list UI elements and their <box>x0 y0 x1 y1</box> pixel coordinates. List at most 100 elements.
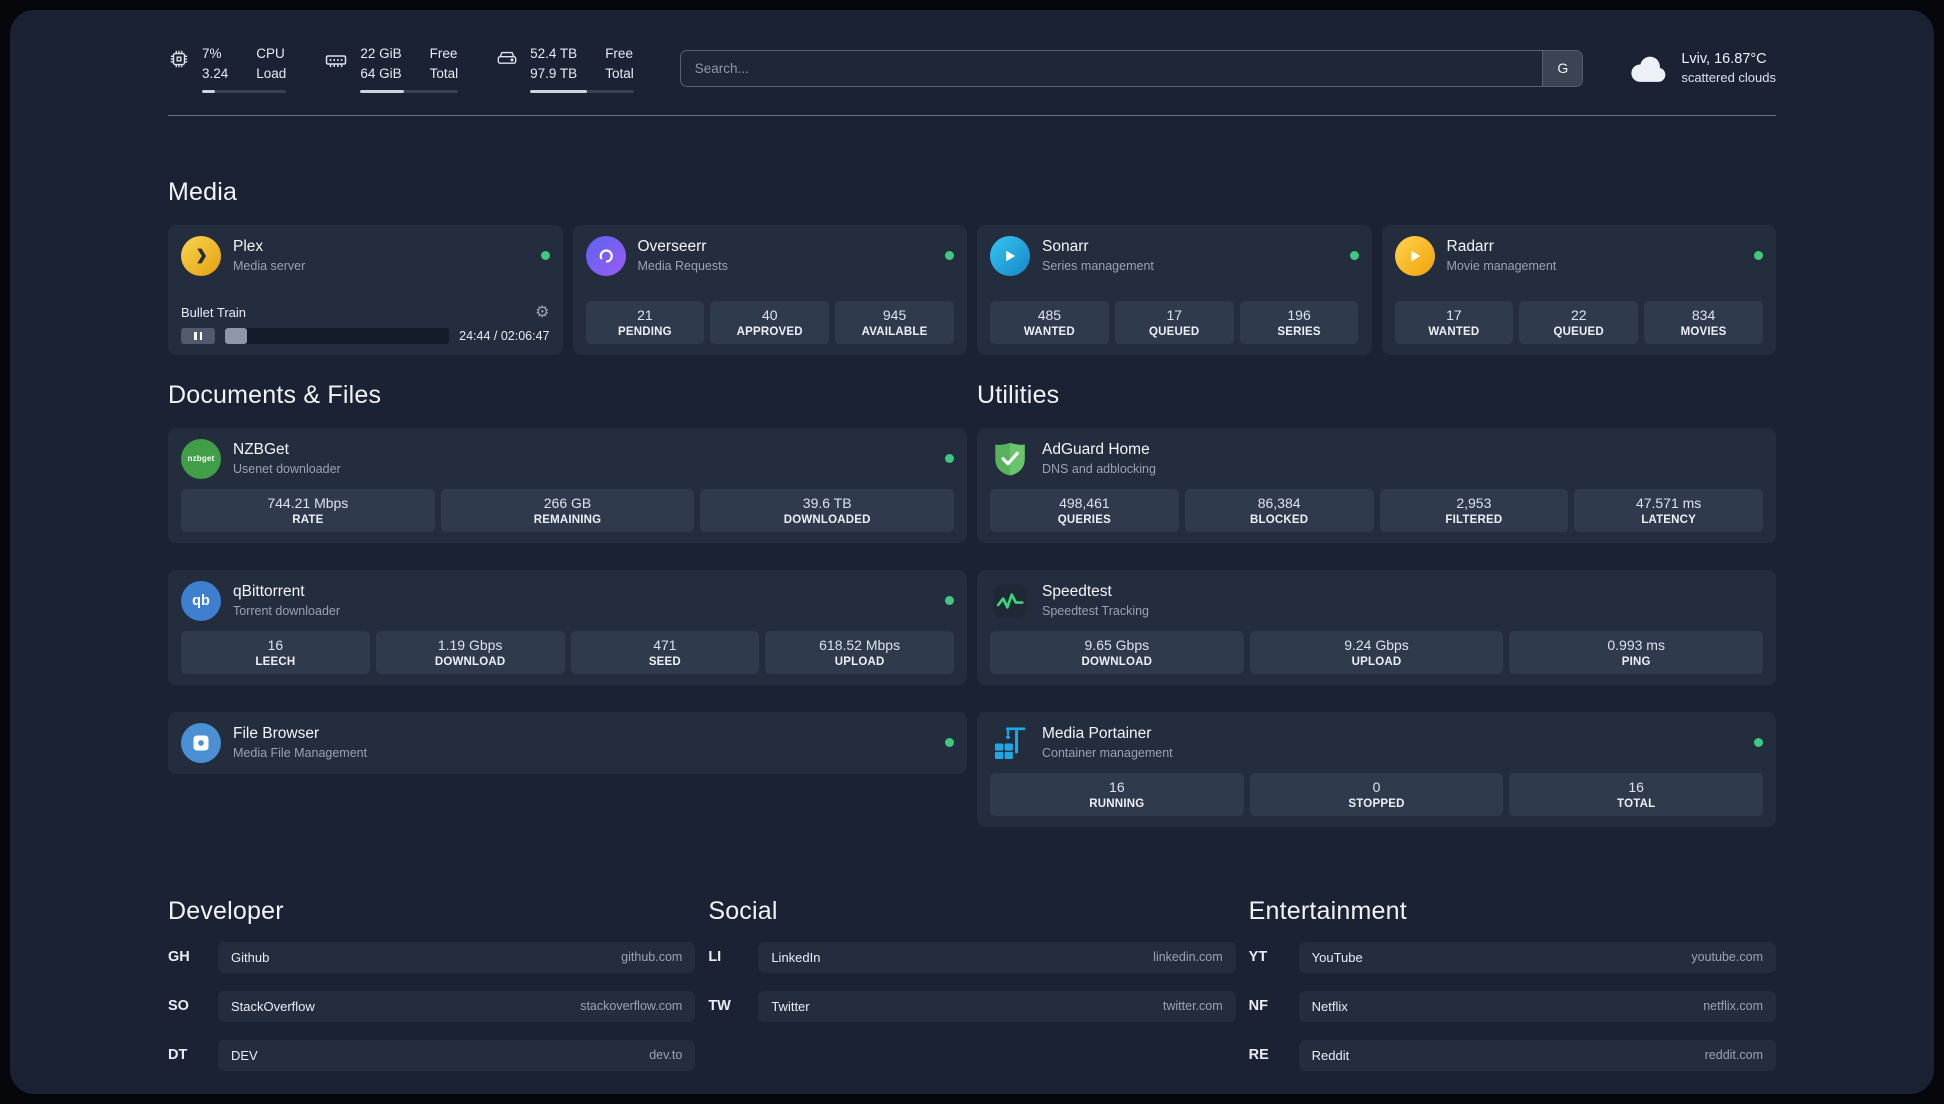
status-dot <box>1349 251 1359 260</box>
disk-widget: 52.4 TB Free 97.9 TB Total <box>496 44 634 93</box>
service-name: AdGuard Home <box>1042 441 1150 458</box>
portainer-stats: 16 RUNNING 0 STOPPED 16 TOTAL <box>990 772 1764 816</box>
adguard-header: AdGuard Home DNS and adblocking <box>990 439 1763 479</box>
bookmark-stackoverflow[interactable]: SO StackOverflow stackoverflow.com <box>168 990 696 1022</box>
search-engine-button[interactable]: G <box>1542 50 1583 86</box>
utilities-cards: AdGuard Home DNS and adblocking 498,461 Q… <box>977 427 1776 827</box>
cpu-percent: 7% <box>202 46 222 61</box>
bookmark-github[interactable]: GH Github github.com <box>168 941 696 973</box>
speedtest-meta: Speedtest Speedtest Tracking <box>1042 583 1149 618</box>
service-description: Media File Management <box>233 746 368 760</box>
disk-stats: 52.4 TB Free 97.9 TB Total <box>530 44 634 93</box>
service-description: Usenet downloader <box>233 462 341 476</box>
ram-progress-bar <box>360 89 459 93</box>
radarr-icon <box>1394 235 1435 276</box>
service-name: qBittorrent <box>233 583 305 600</box>
stat-tile: 485 WANTED <box>990 300 1109 344</box>
status-dot <box>945 454 954 463</box>
adguard-meta: AdGuard Home DNS and adblocking <box>1042 441 1156 476</box>
plex-now-playing: Bullet Train ⚙ 24:44 / 02:06:47 <box>181 304 550 344</box>
service-card-nzbget[interactable]: nzbget NZBGet Usenet downloader 744.21 M… <box>168 427 967 543</box>
topbar: 7% CPU 3.24 Load 22 GiB Free 64 GiB Tota… <box>168 44 1776 93</box>
now-playing-title: Bullet Train <box>181 305 247 320</box>
filebrowser-icon <box>181 722 221 763</box>
bookmark-abbr: RE <box>1248 1047 1269 1063</box>
stat-tile: 47.571 ms LATENCY <box>1574 488 1763 532</box>
cpu-icon <box>168 44 190 70</box>
portainer-meta: Media Portainer Container management <box>1042 725 1173 760</box>
bookmark-netflix[interactable]: NF Netflix netflix.com <box>1248 990 1776 1022</box>
stat-tile: 945 AVAILABLE <box>835 300 954 344</box>
stat-tile: 498,461 QUERIES <box>990 488 1179 532</box>
service-card-filebrowser[interactable]: File Browser Media File Management <box>168 711 967 774</box>
topbar-divider <box>168 114 1776 116</box>
service-name: File Browser <box>233 725 320 742</box>
bookmark-reddit[interactable]: RE Reddit reddit.com <box>1248 1039 1776 1071</box>
middle-columns: Documents & Files nzbget NZBGet Usenet d… <box>168 381 1776 827</box>
ram-total-label: Total <box>429 66 459 82</box>
speedtest-icon <box>990 581 1030 621</box>
search-input[interactable] <box>679 49 1584 87</box>
stat-tile: 17 WANTED <box>1394 300 1514 344</box>
service-card-overseerr[interactable]: Overseerr Media Requests 21 PENDING 40 APP… <box>572 224 967 355</box>
service-card-plex[interactable]: Plex Media server Bullet Train ⚙ 24:44 /… <box>168 224 563 355</box>
bookmark-pill: Netflix netflix.com <box>1298 990 1776 1022</box>
search-bar: G <box>679 49 1584 87</box>
service-name: Speedtest <box>1042 583 1112 600</box>
service-card-qbittorrent[interactable]: qb qBittorrent Torrent downloader 16 LEEC… <box>168 569 967 685</box>
qbittorrent-stats: 16 LEECH 1.19 Gbps DOWNLOAD 471 SEED 618.52… <box>181 630 954 674</box>
stat-tile: 39.6 TB DOWNLOADED <box>700 488 955 532</box>
weather-widget: Lviv, 16.87°C scattered clouds <box>1629 51 1776 85</box>
service-description: Media Requests <box>637 259 728 273</box>
stat-tile: 471 SEED <box>570 630 760 674</box>
bookmark-twitter[interactable]: TW Twitter twitter.com <box>708 990 1236 1022</box>
status-dot <box>540 251 550 260</box>
bookmark-pill: Github github.com <box>218 941 696 973</box>
service-card-portainer[interactable]: Media Portainer Container management 16 R… <box>977 711 1776 827</box>
stat-tile: 0.993 ms PING <box>1509 630 1764 674</box>
cpu-label: CPU <box>256 46 285 61</box>
service-card-speedtest[interactable]: Speedtest Speedtest Tracking 9.65 Gbps DO… <box>977 569 1776 685</box>
bookmark-abbr: SO <box>168 998 189 1014</box>
dashboard: 7% CPU 3.24 Load 22 GiB Free 64 GiB Tota… <box>10 10 1934 1094</box>
service-description: Series management <box>1042 259 1154 273</box>
entertainment-links: YT YouTube youtube.com NF Netflix netfli… <box>1248 941 1776 1071</box>
bookmark-linkedin[interactable]: LI LinkedIn linkedin.com <box>708 941 1236 973</box>
cpu-progress-bar <box>202 89 287 93</box>
service-card-sonarr[interactable]: Sonarr Series management 485 WANTED 17 QUE… <box>977 224 1372 355</box>
disk-total-label: Total <box>605 66 634 82</box>
stat-tile: 21 PENDING <box>585 300 705 344</box>
pause-button[interactable] <box>181 327 215 344</box>
plex-player-row: Bullet Train ⚙ <box>181 304 550 321</box>
stat-tile: 16 RUNNING <box>990 772 1244 816</box>
stat-tile: 2,953 FILTERED <box>1379 488 1569 532</box>
stat-tile: 16 LEECH <box>181 630 370 674</box>
bookmark-dev[interactable]: DT DEV dev.to <box>168 1039 696 1071</box>
ram-stats: 22 GiB Free 64 GiB Total <box>360 44 459 93</box>
bookmark-abbr: NF <box>1248 998 1268 1014</box>
disk-free-value: 52.4 TB <box>530 46 578 61</box>
stat-tile: 9.65 Gbps DOWNLOAD <box>990 630 1244 674</box>
nzbget-header: nzbget NZBGet Usenet downloader <box>181 438 954 479</box>
speedtest-stats: 9.65 Gbps DOWNLOAD 9.24 Gbps UPLOAD 0.993 … <box>990 630 1764 674</box>
seek-bar[interactable] <box>225 327 450 344</box>
overseerr-header: Overseerr Media Requests <box>585 235 954 276</box>
gear-icon[interactable]: ⚙ <box>535 304 549 321</box>
adguard-stats: 498,461 QUERIES 86,384 BLOCKED 2,953 FILTER… <box>990 488 1763 532</box>
bookmark-youtube[interactable]: YT YouTube youtube.com <box>1248 941 1776 973</box>
bookmark-abbr: YT <box>1248 949 1268 965</box>
bookmark-group-developer: Developer GH Github github.com SO StackO… <box>168 897 696 1071</box>
service-card-radarr[interactable]: Radarr Movie management 17 WANTED 22 QUEUE… <box>1381 224 1776 355</box>
nzbget-meta: NZBGet Usenet downloader <box>233 441 341 476</box>
stat-tile: 17 QUEUED <box>1114 300 1234 344</box>
service-name: Plex <box>233 238 264 255</box>
service-description: Movie management <box>1446 259 1557 273</box>
service-card-adguard[interactable]: AdGuard Home DNS and adblocking 498,461 Q… <box>977 427 1776 543</box>
documents-section-title: Documents & Files <box>168 380 382 409</box>
ram-icon <box>324 44 348 72</box>
service-name: Overseerr <box>637 238 707 255</box>
plex-header: Plex Media server <box>181 235 550 276</box>
sonarr-header: Sonarr Series management <box>990 235 1359 276</box>
portainer-icon <box>990 723 1030 763</box>
stat-tile: 40 APPROVED <box>710 300 830 344</box>
